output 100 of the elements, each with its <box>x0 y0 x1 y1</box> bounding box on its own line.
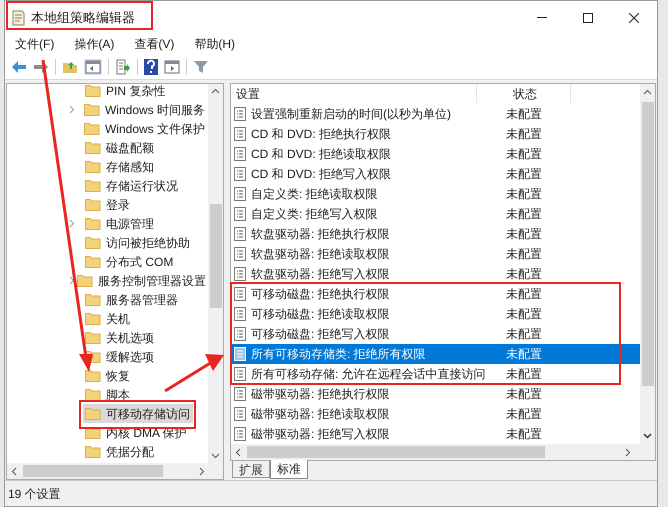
list-row[interactable]: CD 和 DVD: 拒绝读取权限 未配置 <box>231 144 640 164</box>
scroll-up-icon[interactable] <box>643 89 652 95</box>
column-header[interactable]: 状态 <box>477 84 571 103</box>
scroll-up-icon[interactable] <box>211 88 220 94</box>
list-row[interactable]: 设置强制重新启动的时间(以秒为单位) 未配置 <box>231 104 640 124</box>
help-icon[interactable] <box>144 58 158 74</box>
list-row[interactable]: 可移动磁盘: 拒绝写入权限 未配置 <box>231 324 640 344</box>
tree-item[interactable]: 存储运行状况 <box>83 176 181 195</box>
tree-item[interactable]: 访问被拒绝协助 <box>83 233 193 252</box>
tree-item[interactable]: 存储感知 <box>83 157 157 176</box>
folder-icon <box>85 312 101 325</box>
list-row[interactable]: 软盘驱动器: 拒绝执行权限 未配置 <box>231 224 640 244</box>
tree-item[interactable]: 电源管理 <box>83 214 157 233</box>
scroll-right-icon[interactable] <box>199 467 205 476</box>
list-row[interactable]: CD 和 DVD: 拒绝写入权限 未配置 <box>231 164 640 184</box>
folder-icon <box>85 141 101 154</box>
policy-icon <box>234 307 246 321</box>
list-row[interactable]: 所有可移动存储: 允许在远程会话中直接访问 未配置 <box>231 364 640 384</box>
scrollbar-thumb[interactable] <box>210 204 222 308</box>
scroll-left-icon[interactable] <box>11 467 17 476</box>
policy-icon <box>234 287 246 301</box>
setting-state: 未配置 <box>506 146 542 163</box>
scroll-left-icon[interactable] <box>235 448 241 457</box>
panel-icon[interactable] <box>164 60 180 74</box>
horizontal-scrollbar[interactable] <box>231 444 655 460</box>
expand-chevron-icon[interactable] <box>69 276 75 285</box>
list-row[interactable]: 自定义类: 拒绝读取权限 未配置 <box>231 184 640 204</box>
tab[interactable]: 标准 <box>270 460 308 479</box>
list-row[interactable]: 自定义类: 拒绝写入权限 未配置 <box>231 204 640 224</box>
list-row[interactable]: 磁带驱动器: 拒绝执行权限 未配置 <box>231 384 640 404</box>
scroll-right-icon[interactable] <box>625 448 631 457</box>
list-row[interactable]: 软盘驱动器: 拒绝写入权限 未配置 <box>231 264 640 284</box>
close-icon <box>629 12 639 22</box>
setting-name: 所有可移动存储类: 拒绝所有权限 <box>251 346 427 363</box>
export-list-icon[interactable] <box>115 58 131 74</box>
setting-name: 软盘驱动器: 拒绝写入权限 <box>251 266 391 283</box>
folder-icon <box>84 122 100 135</box>
tree-item[interactable]: PIN 复杂性 <box>83 81 168 100</box>
list-row[interactable]: 可移动磁盘: 拒绝读取权限 未配置 <box>231 304 640 324</box>
menu-item[interactable]: 帮助(H) <box>190 35 239 53</box>
tree-item[interactable]: 服务器管理器 <box>83 290 181 309</box>
expand-chevron-icon[interactable] <box>69 105 75 114</box>
tree-item[interactable]: 可移动存储访问 <box>83 404 193 423</box>
maximize-icon <box>583 12 593 22</box>
scrollbar-thumb[interactable] <box>247 446 545 458</box>
window-title: 本地组策略编辑器 <box>31 8 135 27</box>
tree-item[interactable]: 凭据分配 <box>83 442 157 461</box>
list-row[interactable]: 所有可移动存储类: 拒绝所有权限 未配置 <box>231 344 640 364</box>
tree-item[interactable]: Windows 文件保护 <box>82 119 208 138</box>
minimize-icon <box>537 16 547 18</box>
setting-state: 未配置 <box>506 126 542 143</box>
status-text: 19 个设置 <box>7 486 61 502</box>
policy-icon <box>234 167 246 181</box>
setting-name: 所有可移动存储: 允许在远程会话中直接访问 <box>251 366 487 383</box>
setting-name: CD 和 DVD: 拒绝读取权限 <box>251 146 392 163</box>
folder-icon <box>85 217 101 230</box>
filter-icon[interactable] <box>193 58 209 74</box>
scrollbar-thumb[interactable] <box>23 465 163 477</box>
policy-icon <box>234 107 246 121</box>
setting-state: 未配置 <box>506 406 542 423</box>
column-header[interactable]: 设置 <box>231 84 477 103</box>
setting-name: 磁带驱动器: 拒绝执行权限 <box>251 386 391 403</box>
list-row[interactable]: 磁带驱动器: 拒绝写入权限 未配置 <box>231 424 640 444</box>
policy-icon <box>234 387 246 401</box>
back-arrow-icon[interactable] <box>11 60 27 74</box>
folder-icon <box>77 274 93 287</box>
menu-item[interactable]: 操作(A) <box>70 35 118 53</box>
tree-item[interactable]: 关机选项 <box>83 328 157 347</box>
scroll-down-icon[interactable] <box>211 453 220 459</box>
panel-icon[interactable] <box>84 58 102 74</box>
tree-item[interactable]: 恢复 <box>83 366 133 385</box>
document-icon <box>11 10 25 26</box>
menu-item[interactable]: 文件(F) <box>11 35 58 53</box>
list-row[interactable]: 磁带驱动器: 拒绝读取权限 未配置 <box>231 404 640 424</box>
tree-item[interactable]: 分布式 COM <box>83 252 176 271</box>
folder-icon <box>85 84 101 97</box>
folder-icon <box>84 103 100 116</box>
tree-item[interactable]: 关机 <box>83 309 133 328</box>
list-row[interactable]: 软盘驱动器: 拒绝读取权限 未配置 <box>231 244 640 264</box>
tree-item[interactable]: Windows 时间服务 <box>82 100 208 119</box>
list-row[interactable]: 可移动磁盘: 拒绝执行权限 未配置 <box>231 284 640 304</box>
policy-icon <box>234 207 246 221</box>
scrollbar[interactable] <box>208 84 223 463</box>
scroll-down-icon[interactable] <box>643 433 652 439</box>
tree-item[interactable]: 登录 <box>83 195 133 214</box>
tab[interactable]: 扩展 <box>232 461 270 478</box>
folder-up-icon[interactable] <box>62 60 78 74</box>
tree-item[interactable]: 脚本 <box>83 385 133 404</box>
folder-icon <box>85 293 101 306</box>
folder-icon <box>85 255 101 268</box>
list-row[interactable]: CD 和 DVD: 拒绝执行权限 未配置 <box>231 124 640 144</box>
horizontal-scrollbar[interactable] <box>7 463 223 479</box>
scrollbar-thumb[interactable] <box>642 102 654 386</box>
tree-item[interactable]: 服务控制管理器设置 <box>75 271 208 290</box>
tree-item[interactable]: 磁盘配额 <box>83 138 157 157</box>
scrollbar[interactable] <box>640 84 655 444</box>
menu-item[interactable]: 查看(V) <box>130 35 178 53</box>
expand-chevron-icon[interactable] <box>69 219 75 228</box>
folder-icon <box>85 160 101 173</box>
setting-state: 未配置 <box>506 426 542 443</box>
